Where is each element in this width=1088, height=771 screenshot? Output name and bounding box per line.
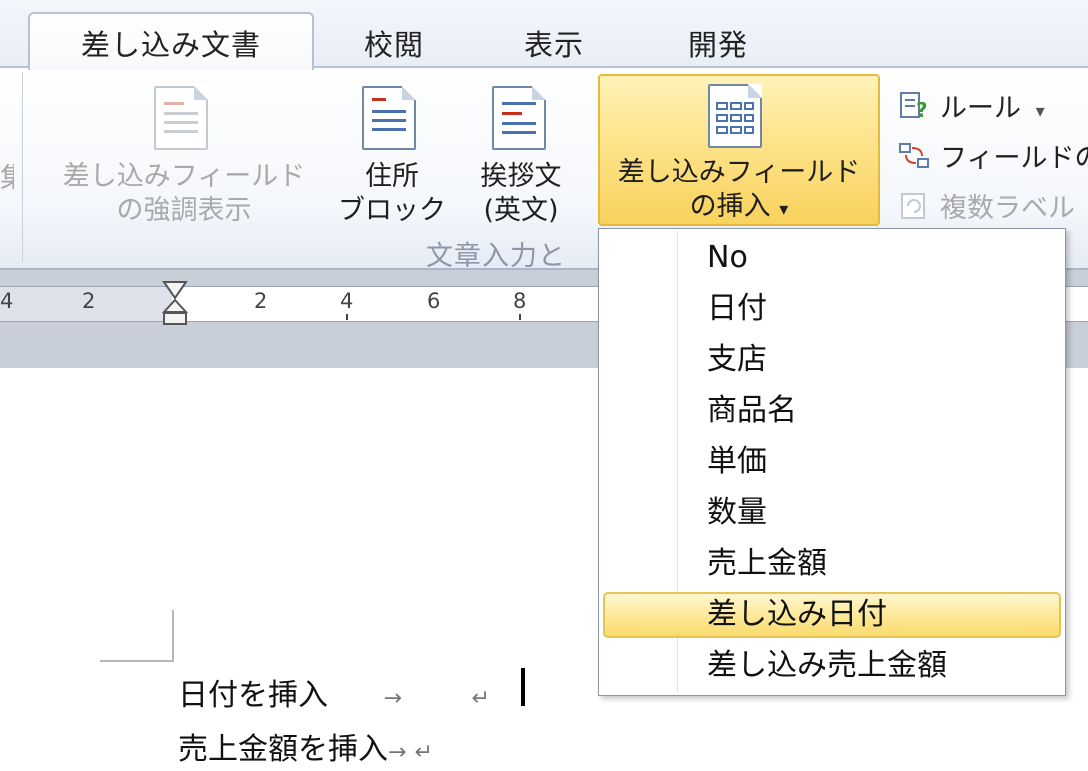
rules-icon: ?	[898, 91, 932, 122]
menu-item-quantity[interactable]: 数量	[603, 490, 1061, 536]
group-separator	[22, 72, 23, 262]
rules-button[interactable]: ? ルール ▾	[898, 86, 1045, 125]
cut-off-command-label: 集	[0, 163, 14, 194]
match-fields-button[interactable]: フィールドの	[898, 136, 1088, 175]
highlight-merge-fields-label-1: 差し込みフィールド	[62, 161, 306, 192]
page-corner-mark	[172, 610, 174, 662]
ruler-tick-label: 8	[513, 289, 527, 313]
tab-mailings[interactable]: 差し込み文書	[28, 12, 314, 70]
highlight-merge-fields-button[interactable]: 差し込みフィールド の強調表示	[44, 76, 324, 228]
menu-item-no[interactable]: No	[603, 235, 1061, 281]
rules-arrow-icon: ▾	[1035, 101, 1045, 122]
insert-merge-field-icon	[708, 84, 762, 148]
address-block-icon	[362, 86, 416, 150]
insert-merge-field-button[interactable]: 差し込みフィールド の挿入 ▾	[598, 74, 880, 226]
document-line-2[interactable]: 売上金額を挿入→ ↵	[178, 724, 433, 768]
update-labels-icon	[898, 191, 932, 219]
menu-item-unit-price[interactable]: 単価	[603, 439, 1061, 485]
insert-merge-field-label-1: 差し込みフィールド	[617, 157, 861, 188]
menu-item-branch[interactable]: 支店	[603, 337, 1061, 383]
document-text: 売上金額を挿入	[178, 732, 388, 767]
document-text: 日付を挿入	[178, 678, 328, 713]
greeting-line-label-2: (英文)	[483, 195, 559, 226]
indent-marker-icon[interactable]	[162, 280, 188, 326]
document-icon	[154, 86, 208, 150]
ruler-tick-label: 2	[82, 289, 96, 313]
ruler-tick-label: 4	[340, 289, 354, 313]
menu-item-merge-date[interactable]: 差し込み日付	[603, 592, 1061, 638]
ruler-tick-label: 2	[254, 289, 268, 313]
match-fields-icon	[898, 141, 932, 169]
address-block-button[interactable]: 住所 ブロック	[334, 76, 450, 228]
tab-view[interactable]: 表示	[524, 22, 584, 64]
text-caret	[521, 668, 525, 706]
insert-merge-field-menu: No 日付 支店 商品名 単価 数量 売上金額 差し込み日付 差し込み売上金額	[598, 228, 1066, 696]
paragraph-mark-icon: ↵	[414, 740, 433, 765]
greeting-line-icon	[492, 86, 546, 150]
dropdown-arrow-icon: ▾	[779, 199, 789, 220]
tab-review[interactable]: 校閲	[364, 22, 424, 64]
document-line-1[interactable]: 日付を挿入 → ↵	[178, 670, 490, 714]
svg-text:?: ?	[916, 98, 928, 121]
greeting-line-label-1: 挨拶文	[480, 161, 562, 192]
menu-item-merge-sales-amount[interactable]: 差し込み売上金額	[603, 643, 1061, 689]
highlight-merge-fields-label-2: の強調表示	[116, 195, 252, 226]
tab-mark-icon: →	[383, 686, 402, 711]
tab-mark-icon: →	[388, 740, 407, 765]
page-corner-mark	[100, 660, 174, 662]
update-labels-button[interactable]: 複数ラベル	[898, 186, 1075, 225]
group-label-write-insert-fields: 文章入力と	[426, 241, 566, 272]
tab-developer[interactable]: 開発	[688, 22, 748, 64]
menu-item-product-name[interactable]: 商品名	[603, 388, 1061, 434]
ruler-tick-label: 4	[0, 289, 14, 313]
menu-item-date[interactable]: 日付	[603, 286, 1061, 332]
ruler-tick-mark	[346, 314, 348, 320]
paragraph-mark-icon: ↵	[471, 686, 490, 711]
address-block-label-1: 住所	[365, 161, 419, 192]
insert-merge-field-label-2: の挿入 ▾	[689, 191, 789, 222]
ruler-tick-mark	[519, 314, 521, 320]
address-block-label-2: ブロック	[338, 195, 446, 226]
menu-item-sales-amount[interactable]: 売上金額	[603, 541, 1061, 587]
greeting-line-button[interactable]: 挨拶文 (英文)	[458, 76, 584, 228]
ruler-tick-label: 6	[427, 289, 441, 313]
ribbon-tab-bar: 差し込み文書 校閲 表示 開発	[0, 0, 1088, 70]
